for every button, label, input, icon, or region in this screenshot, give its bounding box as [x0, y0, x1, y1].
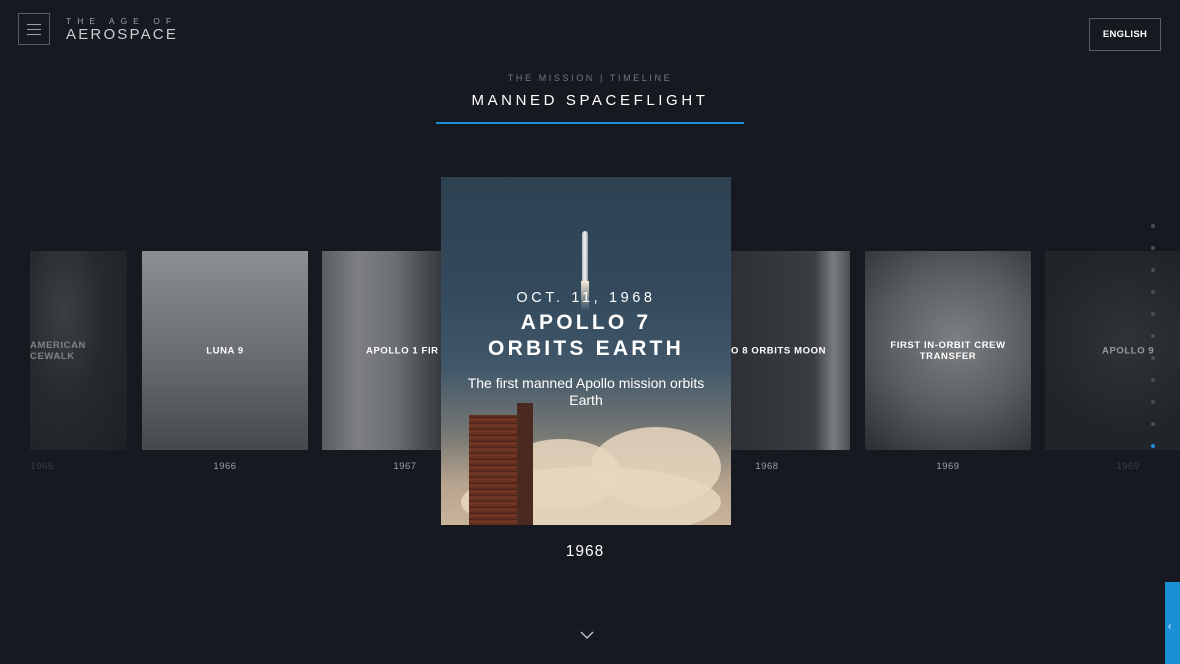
pager-dot[interactable] [1151, 400, 1155, 404]
timeline-card-luna-9[interactable]: LUNA 9 [142, 251, 308, 450]
featured-year: 1968 [565, 543, 605, 560]
timeline-card-spacewalk[interactable]: AMERICAN CEWALK [30, 251, 127, 450]
hamburger-menu-icon [27, 34, 41, 35]
card-label: O 8 ORBITS MOON [731, 345, 827, 356]
site-logo[interactable]: THE AGE OF AEROSPACE [66, 16, 178, 43]
card-label: FIRST IN-ORBIT CREW TRANSFER [890, 339, 1006, 362]
pager-dot-active[interactable] [1151, 444, 1155, 448]
pager-dot[interactable] [1151, 334, 1155, 338]
breadcrumb: THE MISSION | TIMELINE [507, 73, 673, 83]
pager-dot[interactable] [1151, 356, 1155, 360]
pager-dot[interactable] [1151, 224, 1155, 228]
featured-title-line: APOLLO 7 [520, 311, 652, 334]
side-panel-tab[interactable]: ‹ [1165, 582, 1180, 664]
launch-tower [517, 403, 533, 525]
language-button[interactable]: ENGLISH [1089, 18, 1161, 51]
pager-dot[interactable] [1151, 268, 1155, 272]
logo-tagline: THE AGE OF [66, 16, 178, 26]
pager-dot[interactable] [1151, 422, 1155, 426]
card-year: 1965 [30, 461, 54, 472]
menu-button[interactable] [18, 13, 50, 45]
timeline-card-apollo-8[interactable]: O 8 ORBITS MOON [731, 251, 850, 450]
rocket-image [582, 231, 588, 283]
card-year: 1966 [213, 461, 237, 472]
featured-card-apollo-7[interactable]: OCT. 11, 1968 APOLLO 7 ORBITS EARTH The … [441, 177, 731, 525]
card-year: 1967 [393, 461, 417, 472]
timeline-card-crew-transfer[interactable]: FIRST IN-ORBIT CREW TRANSFER [865, 251, 1031, 450]
chevron-down-icon[interactable] [580, 630, 594, 640]
card-label: LUNA 9 [206, 345, 244, 356]
pager-dot[interactable] [1151, 290, 1155, 294]
timeline-card-apollo-9[interactable]: APOLLO 9 [1045, 251, 1180, 450]
pager-dot[interactable] [1151, 312, 1155, 316]
featured-description: The first manned Apollo mission orbits E… [467, 375, 705, 408]
featured-title-line: ORBITS EARTH [488, 337, 684, 360]
pager-dot[interactable] [1151, 378, 1155, 382]
hamburger-menu-icon [27, 24, 41, 25]
card-year: 1969 [936, 461, 960, 472]
card-label: AMERICAN CEWALK [30, 339, 86, 362]
card-label: APOLLO 9 [1102, 345, 1155, 356]
card-label: APOLLO 1 FIR [366, 345, 439, 356]
hamburger-menu-icon [27, 29, 41, 30]
card-year: 1968 [755, 461, 779, 472]
featured-title: APOLLO 7 ORBITS EARTH [441, 310, 731, 362]
page-title: MANNED SPACEFLIGHT [471, 92, 709, 109]
pager-dot[interactable] [1151, 246, 1155, 250]
featured-date: OCT. 11, 1968 [516, 290, 656, 306]
chevron-left-icon: ‹ [1168, 621, 1172, 632]
logo-wordmark: AEROSPACE [66, 26, 179, 43]
timeline-pager [1151, 224, 1157, 466]
timeline-card-apollo-1[interactable]: APOLLO 1 FIR [322, 251, 442, 450]
title-underline [436, 122, 744, 124]
